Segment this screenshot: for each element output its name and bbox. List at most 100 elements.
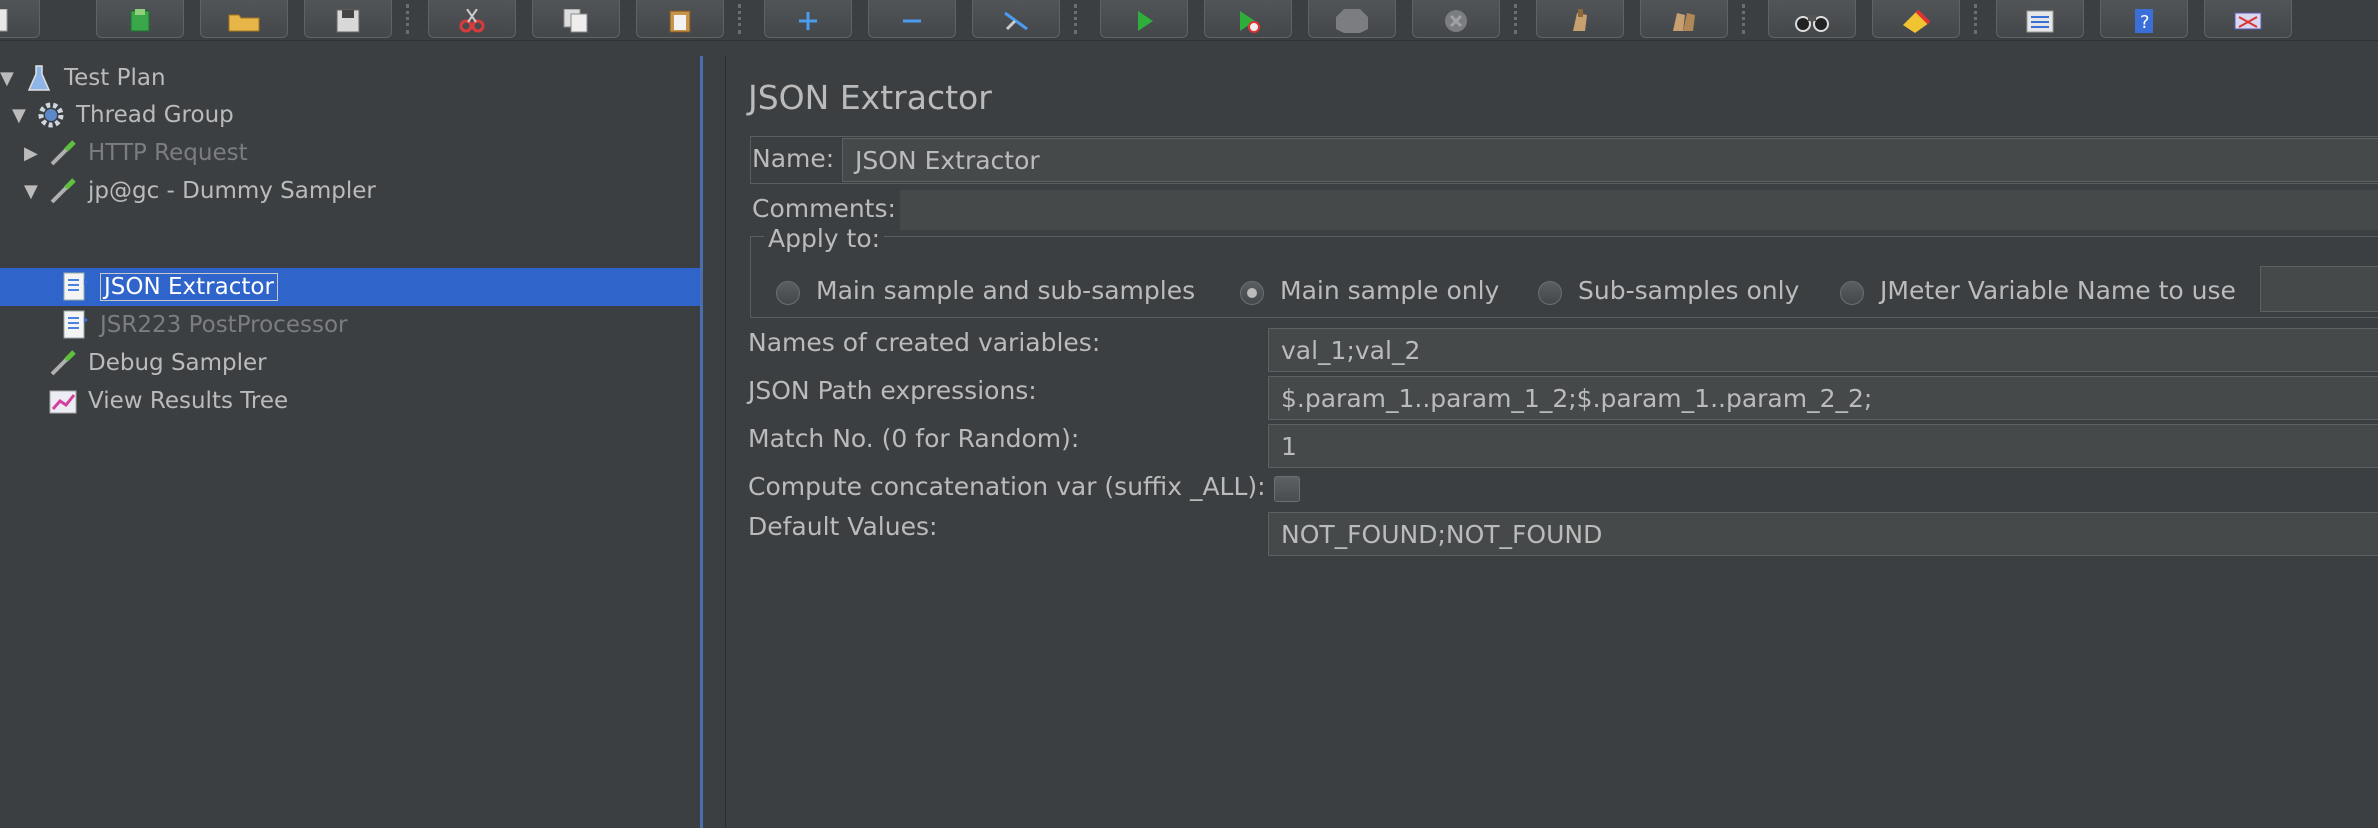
expanded-arrow-icon[interactable]: ▼ xyxy=(12,105,34,126)
tree-item-json-extractor[interactable]: JSON Extractor xyxy=(58,268,278,306)
cut-icon xyxy=(459,9,485,33)
start-icon xyxy=(1138,11,1153,31)
new-button[interactable] xyxy=(0,0,40,38)
search-icon xyxy=(1795,15,1829,32)
pipette-icon xyxy=(46,346,80,380)
pipette-icon xyxy=(46,174,80,208)
tree-item-label: View Results Tree xyxy=(88,388,289,414)
tree-item-jsr223-postprocessor[interactable]: JSR223 PostProcessor xyxy=(58,306,347,344)
radio-label-sub-samples-only: Sub-samples only xyxy=(1578,276,1800,305)
toggle-icon xyxy=(1004,11,1028,31)
function-helper-icon xyxy=(2026,10,2054,33)
tree-item-dummy-sampler[interactable]: ▼ jp@gc - Dummy Sampler xyxy=(24,172,376,210)
clear-all-icon xyxy=(1673,13,1695,31)
reset-search-icon xyxy=(1903,9,1931,33)
collapse-icon xyxy=(903,19,921,23)
test-plan-tree: ▼ Test Plan ▼ Thread Group ▶ HTTP Reques… xyxy=(0,56,703,828)
json-path-input[interactable]: $.param_1..param_1_2;$.param_1..param_2_… xyxy=(1268,376,2378,420)
radio-label-main-sample-only: Main sample only xyxy=(1280,276,1500,305)
templates-button[interactable] xyxy=(96,0,184,38)
toolbar-separator xyxy=(1074,4,1077,34)
open-button[interactable] xyxy=(200,0,288,38)
tree-item-view-results-tree[interactable]: View Results Tree xyxy=(46,382,288,420)
tree-item-debug-sampler[interactable]: Debug Sampler xyxy=(46,344,267,382)
names-of-variables-label: Names of created variables: xyxy=(748,328,1101,357)
templates-icon xyxy=(130,9,150,32)
concatenation-checkbox[interactable] xyxy=(1274,476,1300,502)
toolbar: ? xyxy=(0,0,2378,41)
name-label: Name: xyxy=(752,144,835,173)
document-icon xyxy=(58,270,92,304)
tree-item-label: Test Plan xyxy=(64,65,166,91)
json-extractor-panel: JSON Extractor Name: JSON Extractor Comm… xyxy=(726,56,2378,828)
tree-item-label: Debug Sampler xyxy=(88,350,267,376)
save-icon xyxy=(336,9,360,33)
comments-input[interactable] xyxy=(900,190,2378,230)
tree-item-test-plan[interactable]: ▼ Test Plan xyxy=(0,59,166,97)
reset-search-button[interactable] xyxy=(1872,0,1960,38)
shutdown-button[interactable] xyxy=(1412,0,1500,38)
radio-label-main-and-sub-samples: Main sample and sub-samples xyxy=(816,276,1196,305)
svg-text:?: ? xyxy=(2140,12,2150,33)
collapse-all-button[interactable] xyxy=(868,0,956,38)
open-icon xyxy=(228,14,260,32)
shutdown-icon xyxy=(1445,10,1467,32)
expand-icon xyxy=(799,12,817,30)
apply-to-label: Apply to: xyxy=(764,224,885,253)
toolbar-separator xyxy=(1514,4,1517,34)
json-path-label: JSON Path expressions: xyxy=(748,376,1037,405)
document-icon xyxy=(58,308,92,342)
tree-item-label: jp@gc - Dummy Sampler xyxy=(88,178,376,204)
new-icon xyxy=(0,9,8,32)
pipette-icon xyxy=(46,136,80,170)
name-input[interactable]: JSON Extractor xyxy=(842,138,2378,182)
copy-icon xyxy=(563,9,588,33)
radio-main-sample-only[interactable] xyxy=(1240,281,1264,305)
default-values-input[interactable]: NOT_FOUND;NOT_FOUND xyxy=(1268,512,2378,556)
save-button[interactable] xyxy=(304,0,392,38)
function-helper-button[interactable] xyxy=(1996,0,2084,38)
jmeter-variable-name-input[interactable] xyxy=(2260,266,2378,312)
tree-item-label: Thread Group xyxy=(76,102,234,128)
expand-all-button[interactable] xyxy=(764,0,852,38)
copy-button[interactable] xyxy=(532,0,620,38)
paste-icon xyxy=(669,10,691,33)
stop-icon xyxy=(1336,9,1368,33)
tree-item-http-request[interactable]: ▶ HTTP Request xyxy=(24,134,248,172)
paste-button[interactable] xyxy=(636,0,724,38)
tree-item-label: HTTP Request xyxy=(88,140,248,166)
remote-icon xyxy=(2234,12,2262,30)
cut-button[interactable] xyxy=(428,0,516,38)
tree-item-label: JSR223 PostProcessor xyxy=(100,312,348,338)
gear-icon xyxy=(34,98,68,132)
comments-label: Comments: xyxy=(752,194,896,223)
split-pane-divider[interactable] xyxy=(703,56,726,828)
start-no-pauses-button[interactable] xyxy=(1204,0,1292,38)
radio-jmeter-variable[interactable] xyxy=(1840,281,1864,305)
help-button[interactable]: ? xyxy=(2100,0,2188,38)
clear-button[interactable] xyxy=(1536,0,1624,38)
toggle-button[interactable] xyxy=(972,0,1060,38)
clear-all-button[interactable] xyxy=(1640,0,1728,38)
stop-button[interactable] xyxy=(1308,0,1396,38)
match-no-label: Match No. (0 for Random): xyxy=(748,424,1080,453)
expanded-arrow-icon[interactable]: ▼ xyxy=(24,181,46,202)
flask-icon xyxy=(22,61,56,95)
toolbar-separator xyxy=(1974,4,1977,34)
radio-sub-samples-only[interactable] xyxy=(1538,281,1562,305)
start-button[interactable] xyxy=(1100,0,1188,38)
collapsed-arrow-icon[interactable]: ▶ xyxy=(24,143,46,164)
radio-label-jmeter-variable: JMeter Variable Name to use xyxy=(1880,276,2236,305)
names-of-variables-input[interactable]: val_1;val_2 xyxy=(1268,328,2378,372)
panel-title: JSON Extractor xyxy=(748,78,992,117)
concatenation-label: Compute concatenation var (suffix _ALL): xyxy=(748,472,1266,501)
match-no-input[interactable]: 1 xyxy=(1268,424,2378,468)
radio-main-and-sub-samples[interactable] xyxy=(776,281,800,305)
search-button[interactable] xyxy=(1768,0,1856,38)
expanded-arrow-icon[interactable]: ▼ xyxy=(0,68,22,89)
tree-item-thread-group[interactable]: ▼ Thread Group xyxy=(12,96,234,134)
default-values-label: Default Values: xyxy=(748,512,938,541)
tree-item-label: JSON Extractor xyxy=(100,273,278,301)
remote-button[interactable] xyxy=(2204,0,2292,38)
toolbar-separator xyxy=(406,4,409,34)
